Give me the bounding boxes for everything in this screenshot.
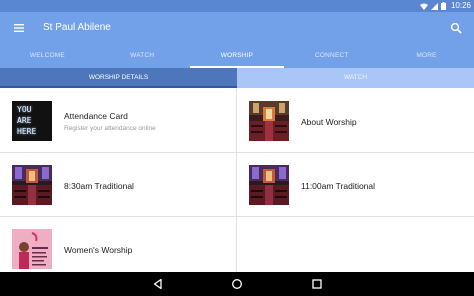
signal-icon bbox=[431, 2, 438, 10]
church-sanctuary-thumbnail bbox=[12, 165, 52, 205]
card-about-worship[interactable]: About Worship bbox=[237, 89, 474, 153]
tab-more[interactable]: MORE bbox=[379, 46, 474, 68]
main-tabs: WELCOME WATCH WORSHIP CONNECT MORE bbox=[0, 46, 474, 68]
card-title: Women's Worship bbox=[64, 245, 133, 255]
app-bar: St Paul Abilene WELCOME WATCH WORSHIP CO… bbox=[0, 12, 474, 68]
system-nav-bar bbox=[0, 272, 474, 296]
card-830-traditional[interactable]: 8:30am Traditional bbox=[0, 153, 237, 217]
search-icon[interactable] bbox=[450, 22, 462, 34]
thumb-line-2: ARE bbox=[17, 116, 32, 125]
subtab-worship-details[interactable]: WORSHIP DETAILS bbox=[0, 68, 237, 88]
tab-connect[interactable]: CONNECT bbox=[284, 46, 379, 68]
status-bar: 10:26 bbox=[0, 0, 474, 12]
status-icons bbox=[420, 2, 446, 10]
card-attendance[interactable]: YOU ARE HERE Attendance Card Register yo… bbox=[0, 89, 237, 153]
card-title: Attendance Card bbox=[64, 111, 128, 121]
subtab-watch[interactable]: WATCH bbox=[237, 68, 474, 88]
worship-grid: YOU ARE HERE Attendance Card Register yo… bbox=[0, 89, 474, 281]
church-sanctuary-thumbnail bbox=[249, 101, 289, 141]
back-icon[interactable] bbox=[152, 278, 164, 290]
card-1100-traditional[interactable]: 11:00am Traditional bbox=[237, 153, 474, 217]
battery-icon bbox=[441, 2, 446, 10]
thumb-line-1: YOU bbox=[17, 105, 32, 114]
card-subtitle: Register your attendance online bbox=[64, 125, 156, 132]
recents-icon[interactable] bbox=[311, 278, 323, 290]
menu-icon[interactable] bbox=[12, 22, 26, 34]
app-title: St Paul Abilene bbox=[43, 22, 111, 33]
womens-worship-flyer-thumbnail bbox=[12, 229, 52, 269]
card-title: About Worship bbox=[301, 117, 357, 127]
home-icon[interactable] bbox=[231, 278, 243, 290]
wifi-icon bbox=[420, 3, 428, 10]
tab-worship[interactable]: WORSHIP bbox=[189, 46, 285, 68]
tab-welcome[interactable]: WELCOME bbox=[0, 46, 95, 68]
you-are-here-thumbnail: YOU ARE HERE bbox=[12, 101, 52, 141]
status-time: 10:26 bbox=[450, 1, 471, 10]
card-title: 11:00am Traditional bbox=[301, 181, 376, 191]
thumb-line-3: HERE bbox=[17, 127, 37, 136]
tab-watch[interactable]: WATCH bbox=[95, 46, 190, 68]
church-sanctuary-thumbnail bbox=[249, 165, 289, 205]
sub-tabs: WORSHIP DETAILS WATCH bbox=[0, 68, 474, 88]
card-title: 8:30am Traditional bbox=[64, 181, 134, 191]
